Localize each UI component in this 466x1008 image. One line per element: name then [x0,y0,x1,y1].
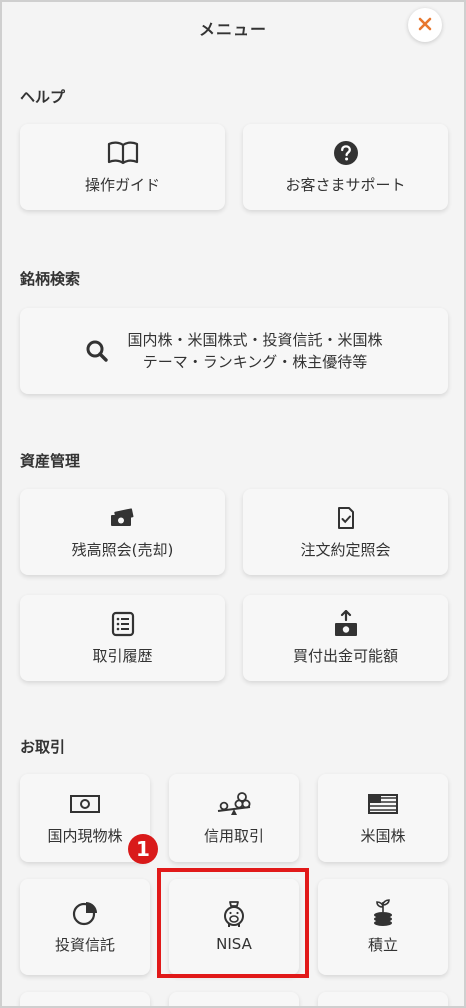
document-check-icon [336,505,356,531]
section-title-trade: お取引 [20,738,66,756]
us-stock-button[interactable]: 米国株 [318,774,448,862]
question-icon [333,140,359,166]
transaction-history-button[interactable]: 取引履歴 [20,595,225,681]
order-inquiry-label: 注文約定照会 [300,540,391,559]
accumulation-label: 積立 [367,935,398,954]
customer-support-label: お客さまサポート [285,175,406,194]
order-inquiry-button[interactable]: 注文約定照会 [243,489,448,575]
close-icon [418,16,432,35]
balance-inquiry-label: 残高照会(売却) [71,540,174,559]
trade-item-partial-1[interactable] [20,992,150,1006]
money-upload-icon [333,609,359,637]
search-description: 国内株・米国株式・投資信託・米国株 テーマ・ランキング・株主優待等 [127,329,382,373]
balance-inquiry-button[interactable]: 残高照会(売却) [20,489,225,575]
coin-plant-icon [370,898,396,926]
us-flag-icon [367,791,399,817]
operation-guide-button[interactable]: 操作ガイド [20,124,225,210]
purchasable-amount-button[interactable]: 買付出金可能額 [243,595,448,681]
stock-search-button[interactable]: 国内株・米国株式・投資信託・米国株 テーマ・ランキング・株主優待等 [20,308,448,394]
domestic-stock-label: 国内現物株 [47,826,123,845]
customer-support-button[interactable]: お客さまサポート [243,124,448,210]
margin-trading-label: 信用取引 [203,826,264,845]
money-stack-icon [109,505,137,531]
step-badge: 1 [128,834,158,864]
search-description-line2: テーマ・ランキング・株主優待等 [142,353,368,371]
trade-item-partial-3[interactable] [318,992,448,1006]
banknote-icon [69,791,101,817]
menu-panel: メニュー ヘルプ 操作ガイド お客さまサポート 銘柄検索 国内株・米国株式・投資… [0,0,466,1008]
investment-trust-label: 投資信託 [54,935,115,954]
search-icon [85,338,109,364]
investment-trust-button[interactable]: 投資信託 [20,879,150,975]
book-icon [107,140,139,166]
accumulation-button[interactable]: 積立 [318,879,448,975]
menu-title: メニュー [198,20,267,39]
search-description-line1: 国内株・米国株式・投資信託・米国株 [127,331,383,349]
section-title-search: 銘柄検索 [20,270,81,288]
pie-chart-icon [71,900,99,926]
close-button[interactable] [408,8,442,42]
list-icon [111,611,135,637]
margin-trading-button[interactable]: 信用取引 [169,774,299,862]
nisa-highlight-box [157,868,309,978]
us-stock-label: 米国株 [360,826,406,845]
operation-guide-label: 操作ガイド [84,175,160,194]
coins-scale-icon [216,791,252,817]
purchasable-amount-label: 買付出金可能額 [292,646,398,665]
menu-header: メニュー [2,2,464,58]
transaction-history-label: 取引履歴 [92,646,153,665]
section-title-assets: 資産管理 [20,452,81,470]
section-title-help: ヘルプ [20,88,66,106]
trade-item-partial-2[interactable] [169,992,299,1006]
